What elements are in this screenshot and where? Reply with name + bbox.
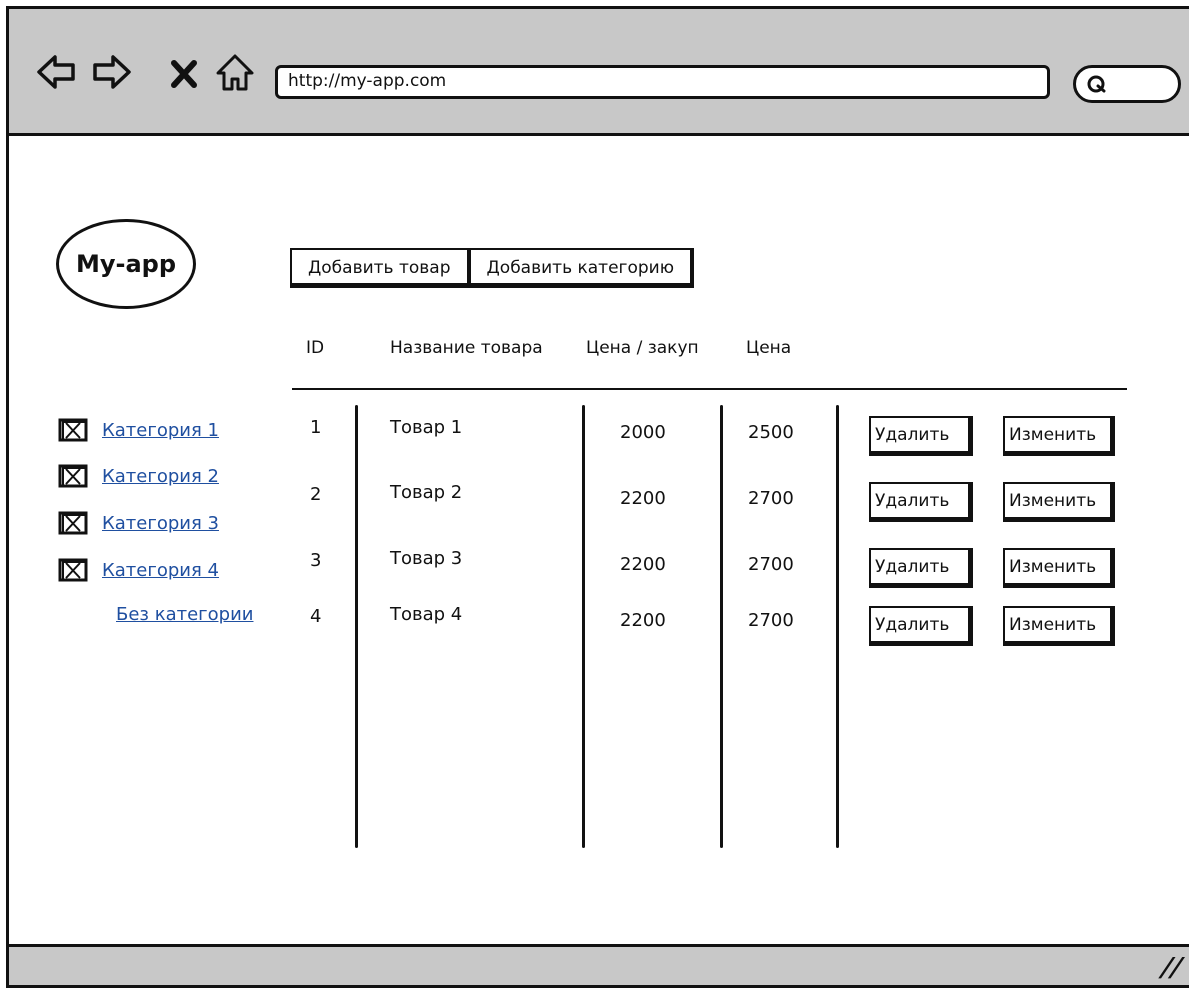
image-placeholder-icon (58, 464, 88, 488)
cell-cost: 2000 (620, 422, 666, 443)
edit-button[interactable]: Изменить (1003, 548, 1115, 588)
column-header-cost: Цена / закуп (586, 338, 699, 358)
category-link[interactable]: Категория 4 (102, 560, 219, 581)
cell-cost: 2200 (620, 488, 666, 509)
cell-id: 3 (310, 550, 322, 571)
address-bar[interactable]: http://my-app.com (275, 65, 1050, 99)
category-item[interactable]: Категория 3 (58, 511, 219, 535)
close-icon[interactable] (169, 51, 199, 93)
image-placeholder-icon (58, 558, 88, 582)
cell-id: 1 (310, 417, 322, 438)
category-item[interactable]: Категория 2 (58, 464, 219, 488)
delete-button[interactable]: Удалить (869, 606, 973, 646)
edit-button[interactable]: Изменить (1003, 416, 1115, 456)
cell-cost: 2200 (620, 554, 666, 575)
cell-id: 2 (310, 484, 322, 505)
category-link[interactable]: Категория 2 (102, 466, 219, 487)
image-placeholder-icon (58, 418, 88, 442)
category-link[interactable]: Категория 1 (102, 420, 219, 441)
cell-name: Товар 2 (390, 482, 463, 503)
cell-price: 2500 (748, 422, 794, 443)
category-item[interactable]: Категория 4 (58, 558, 219, 582)
app-logo[interactable]: My-app (56, 219, 196, 309)
resize-grip-icon[interactable]: // (1157, 953, 1187, 983)
column-header-price: Цена (746, 338, 792, 358)
category-link[interactable]: Без категории (116, 604, 253, 625)
cell-id: 4 (310, 606, 322, 627)
category-item[interactable]: Без категории (116, 604, 253, 625)
delete-button[interactable]: Удалить (869, 482, 973, 522)
column-header-name: Название товара (390, 338, 543, 358)
status-bar: // (9, 944, 1189, 985)
category-link[interactable]: Категория 3 (102, 513, 219, 534)
search-field[interactable] (1073, 65, 1181, 103)
delete-button[interactable]: Удалить (869, 416, 973, 456)
cell-name: Товар 4 (390, 604, 463, 625)
back-arrow-icon[interactable] (35, 51, 77, 93)
header-divider (292, 388, 1127, 390)
edit-button[interactable]: Изменить (1003, 482, 1115, 522)
add-category-button[interactable]: Добавить категорию (468, 248, 695, 288)
column-divider (355, 405, 358, 848)
cell-price: 2700 (748, 554, 794, 575)
cell-name: Товар 3 (390, 548, 463, 569)
column-divider (720, 405, 723, 848)
browser-toolbar: http://my-app.com (9, 9, 1189, 136)
cell-price: 2700 (748, 488, 794, 509)
edit-button[interactable]: Изменить (1003, 606, 1115, 646)
category-item[interactable]: Категория 1 (58, 418, 219, 442)
home-icon[interactable] (214, 51, 256, 93)
add-product-button[interactable]: Добавить товар (290, 248, 471, 288)
delete-button[interactable]: Удалить (869, 548, 973, 588)
image-placeholder-icon (58, 511, 88, 535)
cell-cost: 2200 (620, 610, 666, 631)
column-divider (582, 405, 585, 848)
cell-name: Товар 1 (390, 417, 463, 438)
search-icon (1087, 75, 1106, 93)
forward-arrow-icon[interactable] (91, 51, 133, 93)
column-divider (836, 405, 839, 848)
column-header-id: ID (306, 338, 325, 358)
cell-price: 2700 (748, 610, 794, 631)
action-tabs: Добавить товар Добавить категорию (290, 248, 695, 288)
